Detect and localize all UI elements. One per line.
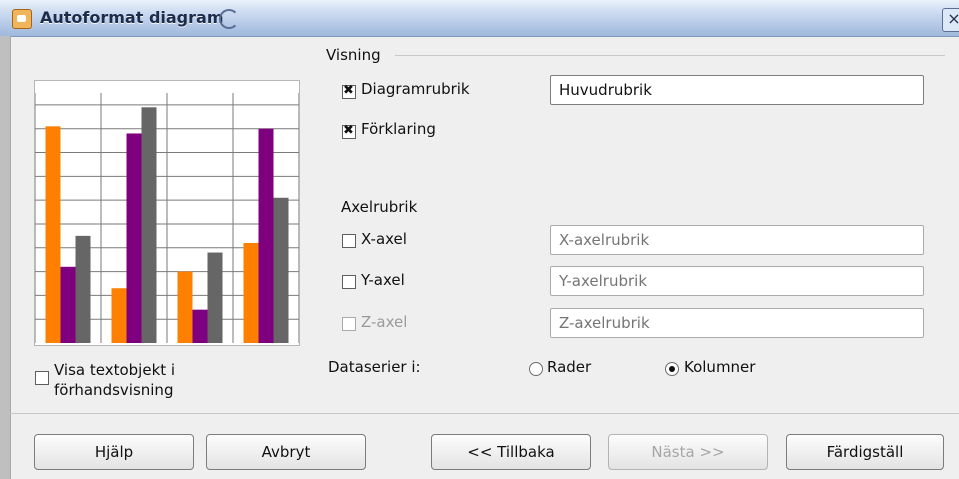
z-axis-title-input[interactable] [550,308,924,338]
chart-title-input[interactable] [550,75,924,105]
bar-series3-cat2 [141,107,157,344]
y-axis-label: Y-axel [361,271,405,289]
bar-series2-cat1 [60,266,76,343]
legend-label: Förklaring [361,120,436,138]
close-button[interactable]: × [942,8,959,32]
bar-series1-cat4 [243,243,259,343]
bar-series3-cat3 [207,252,223,343]
back-button[interactable]: << Tillbaka [431,434,591,470]
x-axis-title-input[interactable] [550,225,924,255]
data-series-label: Dataserier i: [328,358,421,376]
columns-label: Kolumner [684,358,756,376]
display-section-heading: Visning [326,46,381,64]
x-axis-label: X-axel [361,230,407,248]
chart-title-checkbox[interactable] [342,83,356,99]
preview-text-label: Visa textobjekt i förhandsvisning [54,361,176,399]
bar-series2-cat4 [258,128,274,343]
title-bar[interactable]: Autoformat diagram × [0,0,959,37]
rows-label: Rader [547,358,592,376]
bar-series3-cat4 [273,197,289,343]
bar-series1-cat1 [45,126,61,343]
cancel-button[interactable]: Avbryt [206,434,366,470]
chart-preview [34,80,300,346]
rows-radio[interactable] [529,362,543,376]
title-decoration-icon [219,9,239,29]
window-title: Autoformat diagram [40,8,224,27]
axis-title-heading: Axelrubrik [341,198,418,216]
bar-series1-cat2 [111,288,127,343]
finish-button[interactable]: Färdigställ [786,434,944,470]
bar-series2-cat2 [126,133,142,343]
preview-text-checkbox[interactable] [35,371,49,385]
help-button[interactable]: Hjälp [34,434,194,470]
button-divider [10,413,959,414]
y-axis-title-input[interactable] [550,266,924,296]
chart-title-label: Diagramrubrik [361,80,470,98]
y-axis-checkbox[interactable] [342,275,356,289]
next-button[interactable]: Nästa >> [608,434,768,470]
legend-checkbox[interactable] [342,123,356,139]
bar-series2-cat3 [192,309,208,343]
bar-series1-cat3 [177,271,193,343]
x-axis-checkbox[interactable] [342,234,356,248]
preview-chart [34,93,300,344]
app-icon [12,9,32,29]
section-divider [395,55,945,56]
bar-series3-cat1 [75,235,91,343]
z-axis-checkbox[interactable] [342,317,356,331]
z-axis-label: Z-axel [361,313,408,331]
columns-radio[interactable] [665,362,679,376]
